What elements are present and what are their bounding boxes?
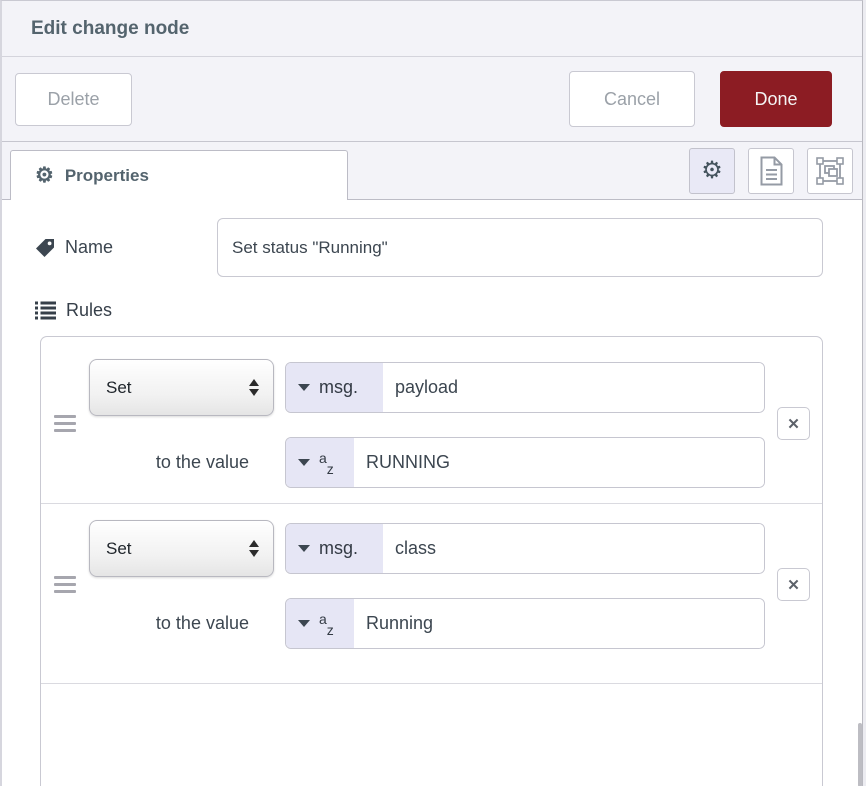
- appearance-tab-button[interactable]: [807, 148, 853, 194]
- remove-rule-button[interactable]: ✕: [777, 407, 810, 440]
- vertical-scrollbar[interactable]: [858, 723, 862, 786]
- rule-property-row: Set msg.: [89, 359, 765, 416]
- chevron-down-icon: [298, 459, 310, 466]
- editor-tabbar: ⚙ Properties ⚙: [2, 142, 862, 200]
- rule-action-value: Set: [106, 378, 249, 398]
- dialog-toolbar: Delete Cancel Done: [2, 57, 862, 142]
- msg-prefix-label: msg.: [319, 377, 358, 398]
- to-the-value-label: to the value: [89, 613, 285, 634]
- rule-property-input[interactable]: [383, 524, 764, 573]
- chevron-down-icon: [298, 545, 310, 552]
- remove-icon: ✕: [787, 415, 800, 433]
- properties-form: Name Rules: [2, 200, 862, 786]
- rule-action-select[interactable]: Set: [89, 520, 274, 577]
- rule-property-input-group: msg.: [285, 362, 765, 413]
- rule-value-row: to the value az: [89, 437, 765, 488]
- name-label: Name: [35, 237, 217, 258]
- rule-value-row: to the value az: [89, 598, 765, 649]
- value-type-button[interactable]: az: [286, 599, 354, 648]
- edit-node-dialog: Edit change node Delete Cancel Done ⚙ Pr…: [0, 0, 863, 786]
- string-type-icon: az: [319, 456, 334, 470]
- rule-value-input[interactable]: [354, 599, 764, 648]
- drag-handle-icon[interactable]: [54, 415, 76, 432]
- rule-action-value: Set: [106, 539, 249, 559]
- rule-property-input-group: msg.: [285, 523, 765, 574]
- rule-value-input-group: az: [285, 598, 765, 649]
- rule-property-input[interactable]: [383, 363, 764, 412]
- name-label-text: Name: [65, 237, 113, 258]
- tab-properties-label: Properties: [65, 166, 149, 186]
- dialog-header: Edit change node: [2, 1, 862, 57]
- rules-list: Set msg.: [40, 336, 823, 786]
- remove-icon: ✕: [787, 576, 800, 594]
- rule-main: Set msg.: [89, 359, 765, 488]
- name-row: Name: [35, 218, 823, 277]
- gear-icon: ⚙: [35, 165, 54, 186]
- rule-row: Set msg.: [41, 504, 822, 684]
- gear-icon: ⚙: [701, 159, 723, 183]
- rule-value-input[interactable]: [354, 438, 764, 487]
- rule-row: Set msg.: [41, 337, 822, 504]
- delete-button[interactable]: Delete: [15, 73, 132, 126]
- value-type-button[interactable]: az: [286, 438, 354, 487]
- dialog-title: Edit change node: [31, 18, 189, 40]
- rule-action-select[interactable]: Set: [89, 359, 274, 416]
- select-arrows-icon: [249, 379, 259, 396]
- rule-property-row: Set msg.: [89, 520, 765, 577]
- rule-remove-col: ✕: [765, 520, 822, 649]
- name-input[interactable]: [217, 218, 823, 277]
- rule-remove-col: ✕: [765, 359, 822, 488]
- property-type-button[interactable]: msg.: [286, 524, 383, 573]
- list-icon: [35, 301, 56, 320]
- group-frame-icon: [816, 157, 844, 185]
- property-type-button[interactable]: msg.: [286, 363, 383, 412]
- cancel-button[interactable]: Cancel: [569, 71, 695, 127]
- rules-label: Rules: [35, 300, 823, 321]
- document-icon: [759, 156, 784, 186]
- rule-main: Set msg.: [89, 520, 765, 649]
- rules-label-text: Rules: [66, 300, 112, 321]
- done-button[interactable]: Done: [720, 71, 832, 127]
- tab-properties[interactable]: ⚙ Properties: [10, 150, 348, 200]
- chevron-down-icon: [298, 384, 310, 391]
- properties-tab-button[interactable]: ⚙: [689, 148, 735, 194]
- msg-prefix-label: msg.: [319, 538, 358, 559]
- drag-handle-icon[interactable]: [54, 576, 76, 593]
- chevron-down-icon: [298, 620, 310, 627]
- tab-icon-buttons: ⚙: [689, 148, 853, 194]
- rule-value-input-group: az: [285, 437, 765, 488]
- string-type-icon: az: [319, 617, 334, 631]
- description-tab-button[interactable]: [748, 148, 794, 194]
- tag-icon: [35, 238, 55, 258]
- rule-handle-col: [41, 520, 89, 649]
- remove-rule-button[interactable]: ✕: [777, 568, 810, 601]
- to-the-value-label: to the value: [89, 452, 285, 473]
- rule-handle-col: [41, 359, 89, 488]
- select-arrows-icon: [249, 540, 259, 557]
